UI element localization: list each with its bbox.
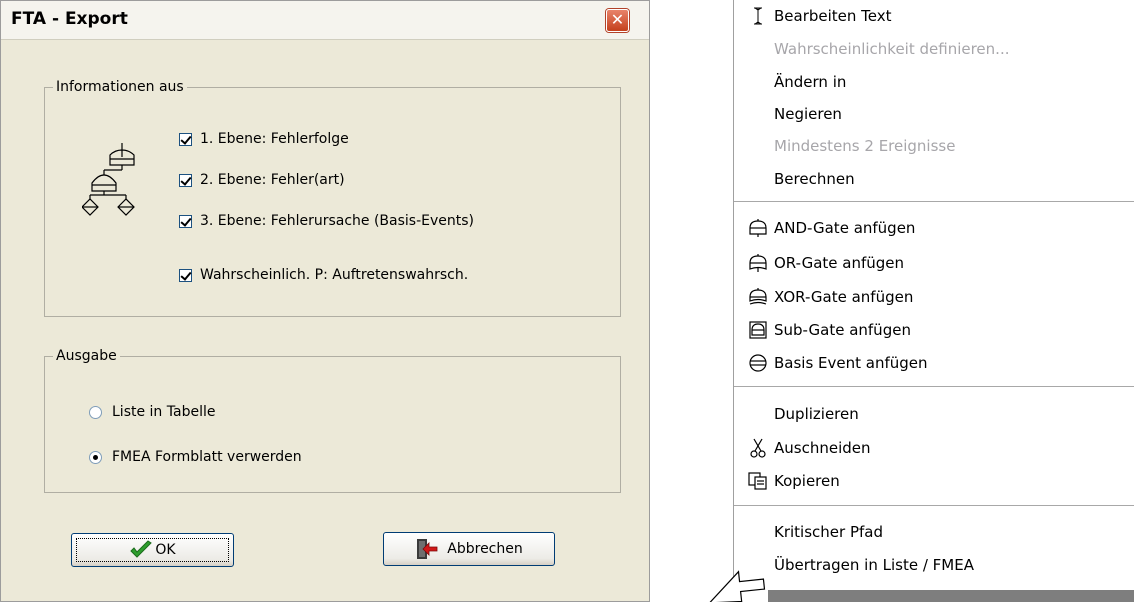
- menu-item-min-2-events[interactable]: Mindestens 2 Ereignisse: [734, 134, 1134, 158]
- context-menu: Bearbeiten Text Wahrscheinlichkeit defin…: [733, 0, 1134, 594]
- menu-item-change-to[interactable]: Ändern in: [734, 70, 1134, 94]
- menu-item-negate[interactable]: Negieren: [734, 102, 1134, 126]
- info-group: Informationen aus 1. Ebene: Fehlerfolge …: [44, 79, 621, 317]
- or-gate-icon: [748, 253, 768, 273]
- menu-item-cut[interactable]: Auschneiden: [734, 436, 1134, 460]
- checkbox-level-1[interactable]: 1. Ebene: Fehlerfolge: [179, 131, 349, 147]
- menu-item-copy[interactable]: Kopieren: [734, 469, 1134, 493]
- checkbox-level-3-label: 3. Ebene: Fehlerursache (Basis-Events): [200, 213, 475, 229]
- menu-item-label: OR-Gate anfügen: [774, 254, 905, 272]
- radio-list-in-table-circle[interactable]: [89, 405, 102, 419]
- scissors-icon: [748, 438, 768, 458]
- checkbox-level-2-label: 2. Ebene: Fehler(art): [200, 172, 345, 188]
- menu-item-add-or-gate[interactable]: OR-Gate anfügen: [734, 251, 1134, 275]
- menu-item-label: Ändern in: [774, 73, 847, 91]
- dialog-title: FTA - Export: [11, 9, 128, 29]
- menu-separator: [734, 201, 1134, 202]
- menu-item-define-probability[interactable]: Wahrscheinlichkeit definieren...: [734, 37, 1134, 61]
- copy-icon: [748, 471, 768, 491]
- text-cursor-icon: [748, 6, 768, 26]
- menu-item-add-sub-gate[interactable]: Sub-Gate anfügen: [734, 318, 1134, 342]
- checkbox-level-1-box[interactable]: [179, 132, 192, 146]
- and-gate-icon: [748, 218, 768, 238]
- output-group: Ausgabe Liste in Tabelle FMEA Formblatt …: [44, 348, 621, 493]
- ok-button[interactable]: OK: [71, 533, 234, 567]
- menu-item-transfer-to-list[interactable]: Übertragen in Liste / FMEA: [734, 553, 1134, 577]
- checkbox-level-1-label: 1. Ebene: Fehlerfolge: [200, 131, 349, 147]
- menu-separator: [734, 386, 1134, 387]
- menu-item-label: Berechnen: [774, 170, 855, 188]
- radio-list-in-table-label: Liste in Tabelle: [112, 404, 216, 420]
- menu-item-label: AND-Gate anfügen: [774, 219, 916, 237]
- menu-item-label: Basis Event anfügen: [774, 354, 928, 372]
- radio-list-in-table[interactable]: Liste in Tabelle: [89, 404, 215, 420]
- fault-tree-icon: [82, 143, 135, 216]
- checkbox-probability[interactable]: Wahrscheinlich. P: Auftretenswahrsch.: [179, 267, 468, 283]
- cancel-button[interactable]: Abbrechen: [383, 532, 555, 566]
- exit-door-icon: [417, 539, 438, 559]
- menu-item-label: Negieren: [774, 105, 842, 123]
- cancel-label: Abbrechen: [447, 541, 523, 557]
- menu-item-label: Kritischer Pfad: [774, 523, 883, 541]
- radio-fmea-form-circle[interactable]: [89, 450, 102, 464]
- menu-item-label: XOR-Gate anfügen: [774, 288, 914, 306]
- checkbox-level-2[interactable]: 2. Ebene: Fehler(art): [179, 172, 345, 188]
- checkbox-probability-label: Wahrscheinlich. P: Auftretenswahrsch.: [200, 267, 469, 283]
- menu-separator: [734, 505, 1134, 506]
- menu-shadow: [768, 590, 1134, 602]
- menu-item-label: Mindestens 2 Ereignisse: [774, 137, 956, 155]
- ok-focus-rect: [76, 538, 229, 562]
- info-group-legend: Informationen aus: [56, 79, 184, 95]
- menu-item-add-and-gate[interactable]: AND-Gate anfügen: [734, 216, 1134, 240]
- menu-item-calculate[interactable]: Berechnen: [734, 167, 1134, 191]
- checkbox-level-3[interactable]: 3. Ebene: Fehlerursache (Basis-Events): [179, 213, 474, 229]
- radio-fmea-form[interactable]: FMEA Formblatt verwerden: [89, 449, 302, 465]
- fta-export-dialog: FTA - Export ✕ Informationen aus 1. Eben…: [0, 0, 650, 602]
- menu-item-label: Kopieren: [774, 472, 840, 490]
- menu-item-label: Auschneiden: [774, 439, 871, 457]
- basis-event-icon: [748, 353, 768, 373]
- close-icon: ✕: [610, 10, 625, 29]
- checkbox-level-3-box[interactable]: [179, 214, 192, 228]
- menu-item-critical-path[interactable]: Kritischer Pfad: [734, 520, 1134, 544]
- menu-item-add-xor-gate[interactable]: XOR-Gate anfügen: [734, 285, 1134, 309]
- checkbox-level-2-box[interactable]: [179, 173, 192, 187]
- mouse-pointer-icon: [708, 570, 766, 602]
- menu-item-label: Duplizieren: [774, 405, 859, 423]
- output-group-legend: Ausgabe: [56, 348, 117, 364]
- menu-item-duplicate[interactable]: Duplizieren: [734, 402, 1134, 426]
- dialog-titlebar[interactable]: FTA - Export ✕: [1, 1, 649, 40]
- menu-item-add-basis-event[interactable]: Basis Event anfügen: [734, 351, 1134, 375]
- xor-gate-icon: [748, 287, 768, 307]
- sub-gate-icon: [748, 320, 768, 340]
- close-button[interactable]: ✕: [606, 9, 629, 32]
- menu-item-edit-text[interactable]: Bearbeiten Text: [734, 4, 1134, 28]
- checkbox-probability-box[interactable]: [179, 268, 192, 282]
- menu-item-label: Bearbeiten Text: [774, 7, 892, 25]
- menu-item-label: Wahrscheinlichkeit definieren...: [774, 40, 1010, 58]
- radio-fmea-form-label: FMEA Formblatt verwerden: [112, 449, 302, 465]
- menu-item-label: Übertragen in Liste / FMEA: [774, 556, 974, 574]
- menu-item-label: Sub-Gate anfügen: [774, 321, 911, 339]
